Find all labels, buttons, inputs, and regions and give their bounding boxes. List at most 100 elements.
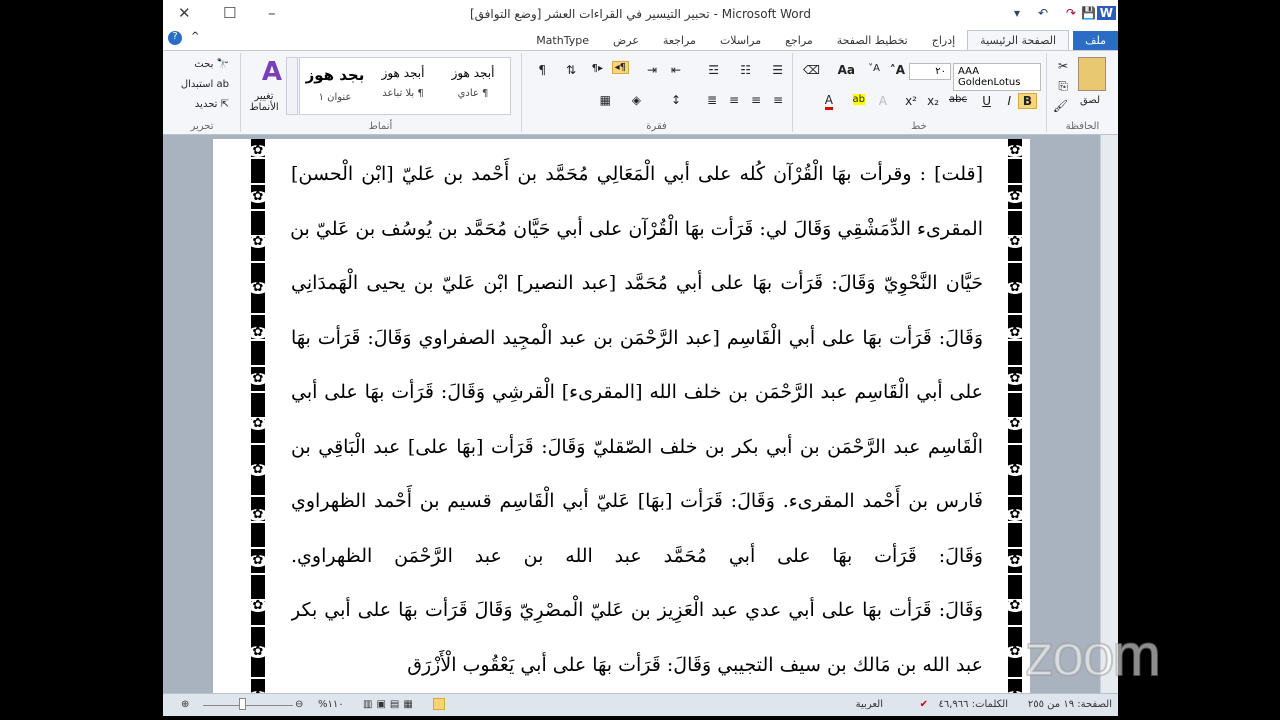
border-ornament-icon: ✿ xyxy=(248,144,268,157)
shrink-font-icon[interactable]: A˅ xyxy=(868,63,880,74)
style-no-spacing[interactable]: أبجد هوز ¶ بلا تباعد xyxy=(368,66,438,99)
styles-gallery: أبجد هوز ¶ عادي أبجد هوز ¶ بلا تباعد بجد ه… xyxy=(299,57,511,115)
cut-icon[interactable]: ✂ xyxy=(1058,59,1068,73)
tab-insert[interactable]: إدراج xyxy=(920,31,967,50)
help-icon[interactable]: ? xyxy=(168,31,182,45)
rtl-direction-button[interactable]: ¶◂ xyxy=(611,61,629,74)
change-styles-icon[interactable]: A xyxy=(262,57,282,87)
border-ornament-icon: ✿ xyxy=(1005,326,1025,339)
proofing-icon[interactable]: ✔ xyxy=(920,699,928,710)
language-indicator[interactable]: العربية xyxy=(856,699,883,710)
format-painter-icon[interactable]: 🖌 xyxy=(1053,99,1068,113)
document-page[interactable]: ✿✿✿✿✿✿✿✿✿✿✿✿✿ ✿✿✿✿✿✿✿✿✿✿✿✿✿ [قلت] : وقرأ… xyxy=(213,139,1030,703)
styles-label: أنماط xyxy=(368,121,393,132)
styles-scroll[interactable] xyxy=(286,57,298,115)
border-ornament-icon: ✿ xyxy=(248,326,268,339)
increase-indent-icon[interactable]: ⇥ xyxy=(647,63,657,77)
print-layout-view-button[interactable] xyxy=(433,698,445,710)
text-line: حَيَّان النَّحْوِيّ وَقَالَ: قَرَأت بهَا… xyxy=(291,272,983,294)
tab-mailings[interactable]: مراسلات xyxy=(708,31,773,50)
font-size-select[interactable]: ٢٠ xyxy=(909,63,951,80)
word-window: ✕ ☐ – تحبير التيسير في القراءات العشر [و… xyxy=(163,0,1118,716)
select-button[interactable]: ⇱ تحديد xyxy=(195,99,229,110)
border-ornament-icon: ✿ xyxy=(1005,508,1025,521)
italic-button[interactable]: I xyxy=(1007,94,1011,108)
tab-file[interactable]: ملف xyxy=(1073,31,1118,50)
tab-page-layout[interactable]: تخطيط الصفحة xyxy=(825,31,920,50)
vertical-scrollbar[interactable] xyxy=(1100,135,1118,693)
tab-home[interactable]: الصفحة الرئيسية xyxy=(967,30,1070,50)
document-text[interactable]: [قلت] : وقرأت بهَا الْقُرْآن كُله على أب… xyxy=(291,147,983,692)
grow-font-icon[interactable]: A˄ xyxy=(890,63,905,77)
align-left-icon[interactable]: ≡ xyxy=(729,93,739,107)
tab-view[interactable]: عرض xyxy=(601,31,651,50)
tab-mathtype[interactable]: MathType xyxy=(524,31,601,50)
border-ornament-icon: ✿ xyxy=(248,281,268,294)
style-preview: أبجد هوز xyxy=(381,66,425,80)
border-ornament-icon: ✿ xyxy=(1005,554,1025,567)
view-buttons[interactable]: ▥▣▤▦ xyxy=(363,699,417,710)
ltr-direction-button[interactable]: ▸¶ xyxy=(592,63,603,74)
border-ornament-icon: ✿ xyxy=(1005,144,1025,157)
text-line: [قلت] : وقرأت بهَا الْقُرْآن كُله على أب… xyxy=(291,163,983,185)
paste-button[interactable]: لصق xyxy=(1080,95,1100,106)
tab-review[interactable]: مراجعة xyxy=(651,31,708,50)
align-center-icon[interactable]: ≡ xyxy=(751,93,761,107)
paste-icon[interactable] xyxy=(1078,57,1106,91)
subscript-button[interactable]: x₂ xyxy=(927,94,939,108)
redo-icon[interactable]: ↷ xyxy=(1066,6,1076,20)
align-right-icon[interactable]: ≡ xyxy=(773,93,783,107)
replace-button[interactable]: ab استبدال xyxy=(181,79,229,90)
line-spacing-icon[interactable]: ↕ xyxy=(671,93,681,107)
underline-button[interactable]: U xyxy=(982,94,991,108)
borders-icon[interactable]: ▦ xyxy=(600,93,611,107)
zoom-slider-thumb[interactable] xyxy=(239,698,246,710)
text-line: عبد الله بن مَالك بن سيف التجيبي وَقَالَ… xyxy=(407,653,983,676)
save-icon[interactable]: 💾 xyxy=(1081,6,1096,20)
collapse-ribbon-icon[interactable]: ^ xyxy=(191,31,199,42)
zoom-slider[interactable] xyxy=(203,705,293,706)
font-name-select[interactable]: AAA GoldenLotus xyxy=(953,63,1041,91)
highlight-icon[interactable]: ab xyxy=(852,94,865,105)
title-bar: ✕ ☐ – تحبير التيسير في القراءات العشر [و… xyxy=(163,0,1118,28)
editing-label: تحرير xyxy=(190,121,214,132)
font-color-icon[interactable]: A xyxy=(824,93,833,110)
copy-icon[interactable]: ⎘ xyxy=(1058,79,1068,94)
multilevel-list-icon[interactable]: ☰ xyxy=(772,63,783,77)
border-ornament-icon: ✿ xyxy=(248,645,268,658)
change-case-icon[interactable]: Aa xyxy=(838,63,855,77)
find-button[interactable]: 🔭 بحث xyxy=(194,59,229,70)
sort-icon[interactable]: ⇅ xyxy=(566,63,576,77)
show-marks-icon[interactable]: ¶ xyxy=(538,63,546,77)
strikethrough-button[interactable]: abc xyxy=(949,94,967,105)
word-logo-icon: W xyxy=(1096,6,1116,20)
zoom-in-button[interactable]: ⊕ xyxy=(181,699,189,710)
border-ornament-icon: ✿ xyxy=(1005,645,1025,658)
justify-icon[interactable]: ≣ xyxy=(707,93,717,107)
bullets-icon[interactable]: ☲ xyxy=(708,63,719,77)
style-heading-1[interactable]: بجد هوز عنوان ١ xyxy=(300,66,370,103)
clear-formatting-icon[interactable]: ⌫ xyxy=(803,63,820,77)
replace-label: استبدال xyxy=(180,79,214,90)
text-effects-icon[interactable]: A xyxy=(879,94,887,108)
text-line: المقرىء الدِّمَشْقِي وَقَالَ لي: قَرَأت … xyxy=(291,217,983,240)
numbering-icon[interactable]: ☷ xyxy=(740,63,751,77)
border-ornament-icon: ✿ xyxy=(248,508,268,521)
undo-icon[interactable]: ↶ xyxy=(1038,6,1048,20)
change-styles-button[interactable]: تغيير الأنماط xyxy=(246,91,282,113)
customize-toolbar-icon[interactable]: ▾ xyxy=(1014,6,1020,20)
clipboard-group: لصق ✂ ⎘ 🖌 الحافظة xyxy=(1046,53,1118,132)
shading-icon[interactable]: ◈ xyxy=(632,93,641,107)
superscript-button[interactable]: x² xyxy=(905,94,917,108)
tab-references[interactable]: مراجع xyxy=(773,31,825,50)
text-line: وَقَالَ: قَرَأت بهَا على أبي مُحَمَّد عب… xyxy=(291,544,983,567)
decrease-indent-icon[interactable]: ⇤ xyxy=(671,63,681,77)
bold-button[interactable]: B xyxy=(1017,93,1037,109)
style-normal[interactable]: أبجد هوز ¶ عادي xyxy=(438,66,508,99)
style-name: عنوان ١ xyxy=(318,92,352,103)
border-ornament-icon: ✿ xyxy=(1005,190,1025,203)
word-count[interactable]: الكلمات: ٤٦,٩٦٦ xyxy=(939,699,1009,710)
page-count[interactable]: الصفحة: ١٩ من ٢٥٥ xyxy=(1028,699,1112,710)
zoom-level[interactable]: %١١٠ xyxy=(318,699,344,710)
zoom-out-button[interactable]: ⊖ xyxy=(295,699,303,710)
